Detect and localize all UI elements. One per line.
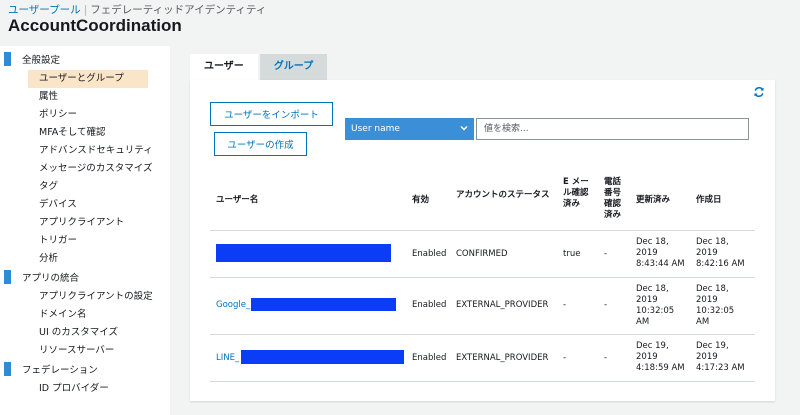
filter-attribute-select[interactable]: User name [345,118,474,140]
sidebar-item-mfa[interactable]: MFAそして確認 [0,124,170,142]
create-user-button[interactable]: ユーザーの作成 [214,132,307,156]
users-table: ユーザー名 有効 アカウントのステータス E メール確認済み 電話番号確認済み … [210,172,755,382]
cell-created: Dec 19, 2019 4:17:23 AM [696,341,745,373]
column-header-updated[interactable]: 更新済み [636,195,670,206]
breadcrumb: ユーザープール | フェデレーティッドアイデンティティ [8,2,266,17]
cell-enabled: Enabled [412,300,447,310]
sidebar-item-advanced-security[interactable]: アドバンスドセキュリティ [0,142,170,160]
cell-email-verified: - [563,300,567,310]
column-header-created[interactable]: 作成日 [696,195,722,206]
breadcrumb-user-pools-link[interactable]: ユーザープール [8,4,81,16]
sidebar-item-resource-servers[interactable]: リソースサーバー [0,342,170,360]
cell-updated: Dec 19, 2019 4:18:59 AM [636,341,685,373]
sidebar-item-users-and-groups[interactable]: ユーザーとグループ [28,70,148,88]
sidebar-item-attributes[interactable]: 属性 [0,88,170,106]
column-header-phone-verified[interactable]: 電話番号確認済み [604,177,624,221]
tab-users[interactable]: ユーザー [190,54,258,80]
cell-status: EXTERNAL_PROVIDER [456,353,549,363]
cell-phone-verified: - [604,300,608,310]
section-label: フェデレーション [22,365,98,376]
column-header-account-status[interactable]: アカウントのステータス [456,190,556,201]
sidebar-item-tags[interactable]: タグ [0,178,170,196]
table-row[interactable]: LINE_ Enabled EXTERNAL_PROVIDER - - Dec … [210,335,755,382]
section-label: アプリの統合 [22,273,80,284]
refresh-icon[interactable] [753,86,765,98]
sidebar-item-analytics[interactable]: 分析 [0,250,170,268]
cell-status: CONFIRMED [456,249,508,259]
section-marker [4,52,11,66]
section-label: 全般設定 [22,55,61,66]
cell-status: EXTERNAL_PROVIDER [456,300,549,310]
redacted-username[interactable] [216,244,391,262]
username-link[interactable]: LINE_ [216,353,239,363]
breadcrumb-federated-identities[interactable]: フェデレーティッドアイデンティティ [90,4,266,16]
sidebar-section-federation[interactable]: フェデレーション [0,360,170,378]
cell-created: Dec 18, 2019 10:32:05 AM [696,284,735,327]
cell-updated: Dec 18, 2019 10:32:05 AM [636,284,675,327]
column-header-username[interactable]: ユーザー名 [216,195,258,206]
column-header-enabled[interactable]: 有効 [412,195,429,206]
page-title: AccountCoordination [8,16,182,35]
section-marker [4,362,11,376]
sidebar-section-app-integration[interactable]: アプリの統合 [0,268,170,286]
search-input[interactable] [476,118,749,140]
cell-enabled: Enabled [412,353,447,363]
sidebar-item-ui-customization[interactable]: UI のカスタマイズ [0,324,170,342]
table-row[interactable]: Google_ Enabled EXTERNAL_PROVIDER - - De… [210,278,755,335]
filter-selected-value: User name [351,124,400,134]
section-marker [4,270,11,284]
sidebar-nav: 全般設定 ユーザーとグループ 属性 ポリシー MFAそして確認 アドバンスドセキ… [0,46,170,415]
cell-phone-verified: - [604,249,608,259]
table-row[interactable]: Enabled CONFIRMED true - Dec 18, 2019 8:… [210,231,755,278]
breadcrumb-separator: | [83,4,88,16]
cell-updated: Dec 18, 2019 8:43:44 AM [636,237,685,269]
cell-enabled: Enabled [412,249,447,259]
sidebar-section-general[interactable]: 全般設定 [0,50,170,68]
users-panel: ユーザーをインポート ユーザーの作成 User name ユーザー名 有効 アカ… [190,80,775,401]
cell-created: Dec 18, 2019 8:42:16 AM [696,237,745,269]
sidebar-item-domain-name[interactable]: ドメイン名 [0,306,170,324]
sidebar-item-triggers[interactable]: トリガー [0,232,170,250]
import-users-button[interactable]: ユーザーをインポート [210,102,333,126]
tab-bar: ユーザー グループ [190,54,328,80]
cell-email-verified: - [563,353,567,363]
sidebar-item-app-client-settings[interactable]: アプリクライアントの設定 [0,288,170,306]
table-header: ユーザー名 有効 アカウントのステータス E メール確認済み 電話番号確認済み … [210,172,755,231]
chevron-down-icon [460,125,468,131]
tab-groups[interactable]: グループ [259,54,328,80]
sidebar-item-devices[interactable]: デバイス [0,196,170,214]
sidebar-item-identity-providers[interactable]: ID プロバイダー [0,380,170,398]
column-header-email-verified[interactable]: E メール確認済み [563,177,593,210]
redacted-username[interactable] [241,350,404,364]
sidebar-item-app-clients[interactable]: アプリクライアント [0,214,170,232]
page-header: ユーザープール | フェデレーティッドアイデンティティ AccountCoordin… [0,0,800,42]
sidebar-item-message-customization[interactable]: メッセージのカスタマイズ [0,160,170,178]
username-link[interactable]: Google_ [216,300,250,310]
redacted-username[interactable] [251,298,396,311]
cell-email-verified: true [563,249,581,259]
sidebar-item-policies[interactable]: ポリシー [0,106,170,124]
cell-phone-verified: - [604,353,608,363]
